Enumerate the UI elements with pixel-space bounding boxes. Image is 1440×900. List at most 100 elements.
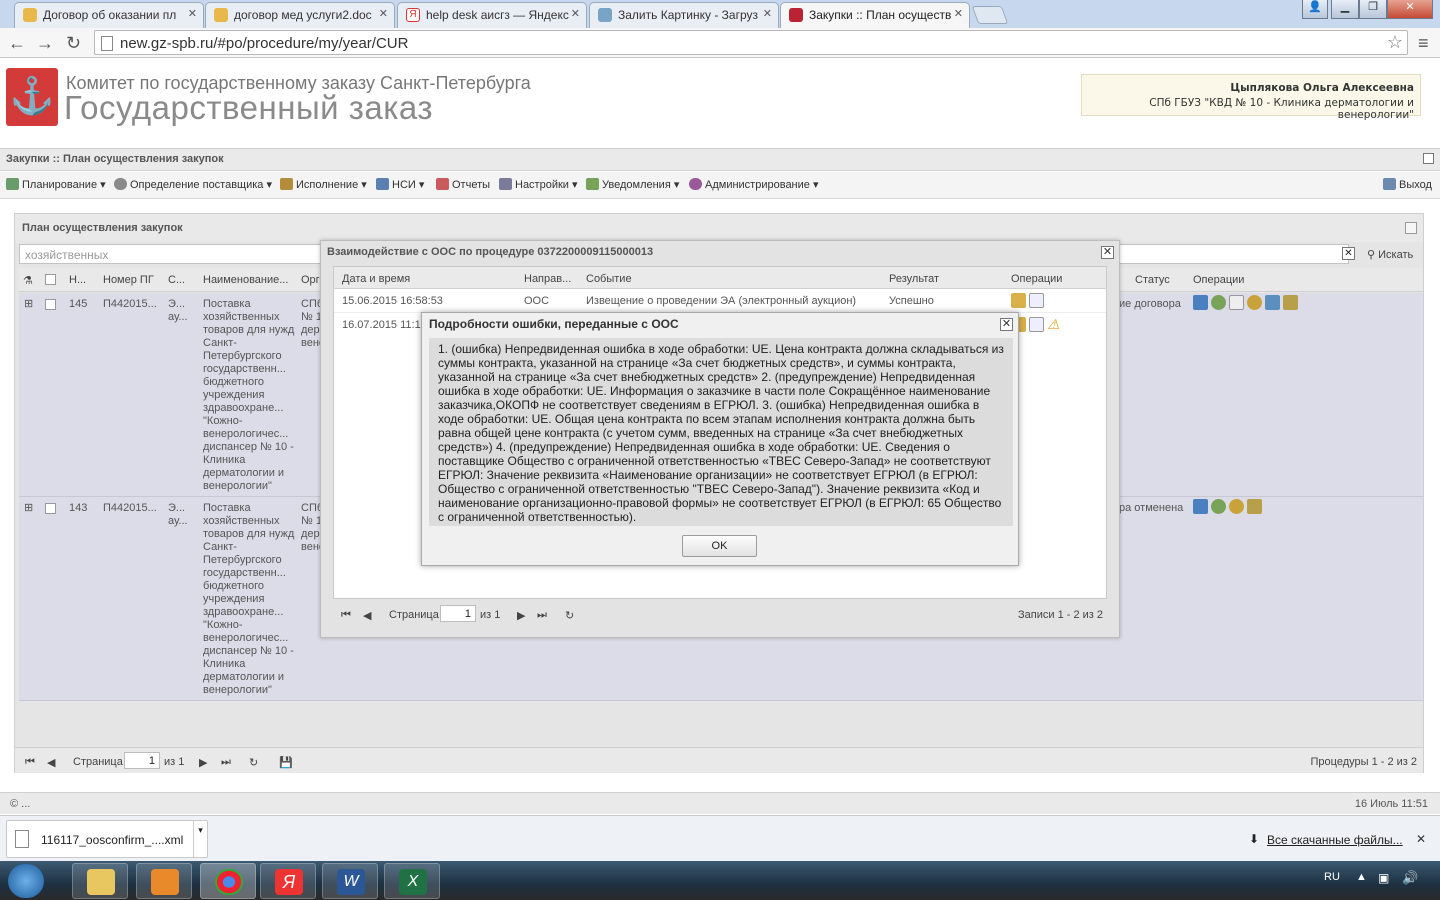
browser-tab-5-active[interactable]: Закупки :: План осуществ ✕ [780, 2, 970, 28]
download-item[interactable]: 116117_oosconfirm_....xml ▾ [6, 820, 208, 858]
column-datetime[interactable]: Дата и время [342, 273, 410, 285]
star-icon[interactable]: ☆ [1387, 32, 1403, 53]
column-num[interactable]: Н... [69, 274, 86, 286]
emblem-icon[interactable] [1247, 295, 1262, 310]
minimize-button[interactable]: ▁ [1331, 0, 1359, 19]
menu-icon[interactable]: ≡ [1418, 33, 1429, 53]
column-direction[interactable]: Направ... [524, 273, 571, 285]
table-row[interactable]: 15.06.2015 16:58:53 ООС Извещение о пров… [334, 290, 1106, 313]
exit-button[interactable]: Выход [1383, 178, 1432, 191]
first-page-icon[interactable]: ⏮ [25, 756, 35, 769]
language-indicator[interactable]: RU [1324, 871, 1340, 883]
restore-button[interactable]: ❐ [1359, 0, 1387, 19]
start-button[interactable] [8, 864, 44, 898]
menu-nsi[interactable]: НСИ ▾ [376, 178, 424, 191]
page-input[interactable]: 1 [440, 605, 476, 622]
refresh-doc-icon[interactable] [1265, 295, 1280, 310]
gears-icon[interactable] [1211, 295, 1226, 310]
browser-tab-4[interactable]: Залить Картинку - Загруз ✕ [589, 2, 779, 28]
address-bar[interactable]: new.gz-spb.ru/#po/procedure/my/year/CUR … [94, 30, 1408, 55]
column-operations[interactable]: Операции [1011, 273, 1062, 285]
report-icon [436, 178, 449, 190]
expand-icon[interactable]: ⊞ [24, 502, 33, 515]
menu-execution[interactable]: Исполнение ▾ [280, 178, 367, 191]
back-arrow-icon[interactable]: ← [8, 33, 26, 53]
document-icon[interactable] [1029, 317, 1044, 332]
row-checkbox[interactable] [45, 299, 56, 310]
forward-arrow-icon[interactable]: → [36, 33, 54, 53]
menu-notifications[interactable]: Уведомления ▾ [586, 178, 679, 191]
refresh-icon[interactable]: ↻ [565, 609, 574, 622]
download-menu-icon[interactable]: ▾ [193, 821, 207, 857]
browser-tab-1[interactable]: Договор об оказании пл ✕ [14, 2, 204, 28]
last-page-icon[interactable]: ⏭ [537, 609, 547, 622]
taskbar-yandex[interactable]: Я [260, 863, 316, 899]
document-icon[interactable] [1229, 295, 1244, 310]
prev-page-icon[interactable]: ◀ [363, 609, 371, 622]
warning-icon[interactable]: ⚠ [1047, 317, 1062, 332]
close-icon[interactable]: ✕ [954, 7, 963, 20]
save-icon[interactable]: 💾 [279, 756, 293, 769]
row-checkbox[interactable] [45, 503, 56, 514]
close-icon[interactable]: ✕ [571, 7, 580, 20]
expand-icon[interactable]: ⊞ [24, 298, 33, 311]
collapse-icon[interactable] [1423, 153, 1434, 164]
column-status[interactable]: Статус [1135, 274, 1170, 286]
new-tab-button[interactable] [971, 6, 1009, 24]
user-icon[interactable]: 👤 [1302, 0, 1328, 19]
tray-arrow-icon[interactable]: ▲ [1356, 871, 1367, 883]
column-org[interactable]: Орг [301, 274, 320, 286]
prev-page-icon[interactable]: ◀ [47, 756, 55, 769]
page-input[interactable]: 1 [124, 752, 160, 769]
taskbar-explorer[interactable] [72, 863, 128, 899]
close-icon[interactable]: ✕ [1101, 246, 1114, 259]
column-name[interactable]: Наименование... [203, 274, 288, 286]
volume-icon[interactable]: 🔊 [1402, 870, 1418, 886]
chart-icon[interactable] [1193, 295, 1208, 310]
first-page-icon[interactable]: ⏮ [341, 609, 351, 622]
menu-reports[interactable]: Отчеты [436, 178, 490, 191]
close-icon[interactable]: ✕ [1000, 318, 1013, 331]
document-icon[interactable] [1029, 293, 1044, 308]
package-icon[interactable] [1011, 293, 1026, 308]
next-page-icon[interactable]: ▶ [199, 756, 207, 769]
menu-administration[interactable]: Администрирование ▾ [689, 178, 818, 191]
close-icon[interactable]: ✕ [379, 7, 388, 20]
next-page-icon[interactable]: ▶ [517, 609, 525, 622]
taskbar-media[interactable] [136, 863, 192, 899]
browser-tab-3[interactable]: Я help desk аисгз — Яндекс ✕ [397, 2, 587, 28]
gears-icon[interactable] [1211, 499, 1226, 514]
refresh-icon[interactable] [1405, 222, 1417, 234]
scroll-icon[interactable] [1283, 295, 1298, 310]
chart-icon[interactable] [1193, 499, 1208, 514]
column-operations[interactable]: Операции [1193, 274, 1244, 286]
reload-icon[interactable]: ↻ [66, 33, 81, 53]
refresh-icon[interactable]: ↻ [249, 756, 258, 769]
close-icon[interactable]: ✕ [1416, 832, 1426, 846]
network-icon[interactable]: ▣ [1378, 871, 1389, 885]
all-downloads-link[interactable]: Все скачанные файлы... [1267, 833, 1403, 847]
emblem-icon[interactable] [1229, 499, 1244, 514]
search-button[interactable]: ⚲ Искать [1367, 248, 1413, 261]
column-event[interactable]: Событие [586, 273, 632, 285]
ok-button[interactable]: OK [682, 535, 757, 557]
select-all-checkbox[interactable] [45, 274, 56, 285]
column-pg[interactable]: Номер ПГ [103, 274, 154, 286]
menu-settings[interactable]: Настройки ▾ [499, 178, 578, 191]
menu-supplier[interactable]: Определение поставщика ▾ [114, 178, 272, 191]
column-s[interactable]: С... [168, 274, 185, 286]
close-window-button[interactable]: ✕ [1387, 0, 1433, 19]
close-icon[interactable]: ✕ [763, 7, 772, 20]
last-page-icon[interactable]: ⏭ [221, 756, 231, 769]
dialog-title: Подробности ошибки, переданные с ООС [429, 317, 679, 331]
taskbar-chrome[interactable] [200, 863, 256, 899]
filter-icon[interactable]: ⚗ [23, 274, 33, 287]
taskbar-word[interactable]: W [322, 863, 378, 899]
taskbar-excel[interactable]: X [384, 863, 440, 899]
menu-planning[interactable]: Планирование ▾ [6, 178, 106, 191]
clear-search-icon[interactable]: ✕ [1342, 247, 1355, 260]
browser-tab-2[interactable]: договор мед услуги2.doc ✕ [205, 2, 395, 28]
close-icon[interactable]: ✕ [188, 7, 197, 20]
column-result[interactable]: Результат [889, 273, 939, 285]
scroll-icon[interactable] [1247, 499, 1262, 514]
